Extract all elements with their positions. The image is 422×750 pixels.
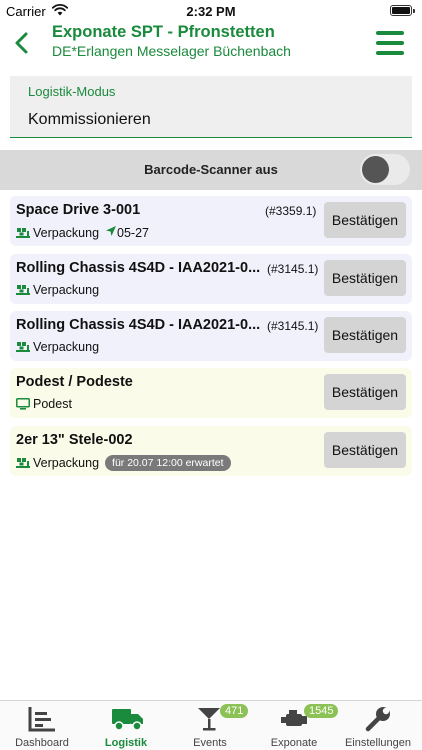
item-meta: Podest (16, 397, 72, 411)
item-type: Verpackung (33, 456, 100, 470)
item-type: Podest (33, 397, 72, 411)
status-time: 2:32 PM (186, 4, 236, 19)
pallet-icon (16, 227, 30, 239)
truck-icon (111, 704, 143, 734)
item-location: 05-27 (105, 225, 149, 240)
confirm-button[interactable]: Bestätigen (324, 317, 406, 353)
confirm-button[interactable]: Bestätigen (324, 202, 406, 238)
tab-dashboard[interactable]: Dashboard (0, 701, 84, 750)
item-title: Rolling Chassis 4S4D - IAA2021-0... (16, 317, 261, 333)
logistics-mode-select[interactable]: Logistik-Modus Kommissionieren (10, 76, 412, 138)
header-titles: Exponate SPT - Pfronstetten DE*Erlangen … (52, 23, 362, 59)
tab-exponate[interactable]: 1545 Exponate (252, 701, 339, 750)
app-header: Exponate SPT - Pfronstetten DE*Erlangen … (0, 22, 422, 66)
tab-label: Events (193, 737, 227, 749)
exponate-count-badge: 1545 (304, 704, 339, 718)
barcode-scanner-toggle[interactable] (360, 154, 410, 185)
battery-icon (390, 5, 415, 16)
item-title: Podest / Podeste (16, 374, 133, 390)
events-count-badge: 471 (220, 704, 249, 718)
logistics-mode-label: Logistik-Modus (28, 84, 116, 99)
logistics-mode-value: Kommissionieren (28, 111, 151, 128)
barcode-scanner-bar: Barcode-Scanner aus (0, 150, 422, 190)
tab-label: Einstellungen (344, 737, 412, 749)
pallet-icon (16, 457, 30, 469)
list-item: 2er 13" Stele-002 Verpackung für 20.07 1… (10, 426, 412, 476)
list-item: Podest / Podeste Podest Bestätigen (10, 368, 412, 418)
status-bar: Carrier 2:32 PM (0, 0, 422, 22)
page-title: Exponate SPT - Pfronstetten (52, 23, 275, 41)
tab-events[interactable]: 471 Events (168, 701, 252, 750)
item-meta: Verpackung (16, 283, 99, 297)
hamburger-menu-icon[interactable] (376, 31, 404, 55)
back-chevron-icon[interactable] (10, 29, 34, 57)
item-number: (#3359.1) (265, 204, 317, 218)
item-type: Verpackung (33, 225, 100, 240)
tab-label: Exponate (270, 737, 318, 749)
pallet-icon (16, 284, 30, 296)
item-title: Space Drive 3-001 (16, 202, 141, 218)
tab-bar: Dashboard Logistik 471 Events 1545 Expon… (0, 700, 422, 750)
list-item: Rolling Chassis 4S4D - IAA2021-0... (#31… (10, 254, 412, 304)
confirm-button[interactable]: Bestätigen (324, 374, 406, 410)
item-title: 2er 13" Stele-002 (16, 432, 133, 448)
tab-einstellungen[interactable]: Einstellungen (336, 701, 420, 750)
confirm-button[interactable]: Bestätigen (324, 260, 406, 296)
item-meta: Verpackung (16, 340, 99, 354)
item-meta: Verpackung für 20.07 12:00 erwartet (16, 455, 231, 471)
item-type: Verpackung (33, 340, 100, 354)
item-location-code: 05-27 (117, 225, 150, 240)
pallet-icon (16, 341, 30, 353)
list-item: Space Drive 3-001 (#3359.1) Verpackung 0… (10, 196, 412, 246)
expected-date-badge: für 20.07 12:00 erwartet (105, 455, 231, 471)
list-item: Rolling Chassis 4S4D - IAA2021-0... (#31… (10, 311, 412, 361)
location-arrow-icon (105, 225, 117, 240)
tab-label: Dashboard (15, 737, 69, 749)
tab-label: Logistik (104, 737, 148, 749)
wrench-icon (363, 704, 393, 734)
confirm-button[interactable]: Bestätigen (324, 432, 406, 468)
item-number: (#3145.1) (267, 319, 319, 333)
page-subtitle: DE*Erlangen Messelager Büchenbach (52, 43, 291, 59)
item-type: Verpackung (33, 283, 100, 297)
dashboard-chart-icon (27, 704, 57, 734)
monitor-icon (16, 398, 30, 410)
toggle-knob (362, 156, 389, 183)
item-meta: Verpackung 05-27 (16, 225, 149, 240)
item-number: (#3145.1) (267, 262, 319, 276)
barcode-scanner-label: Barcode-Scanner aus (144, 162, 278, 177)
tab-logistik[interactable]: Logistik (84, 701, 168, 750)
item-title: Rolling Chassis 4S4D - IAA2021-0... (16, 260, 261, 276)
